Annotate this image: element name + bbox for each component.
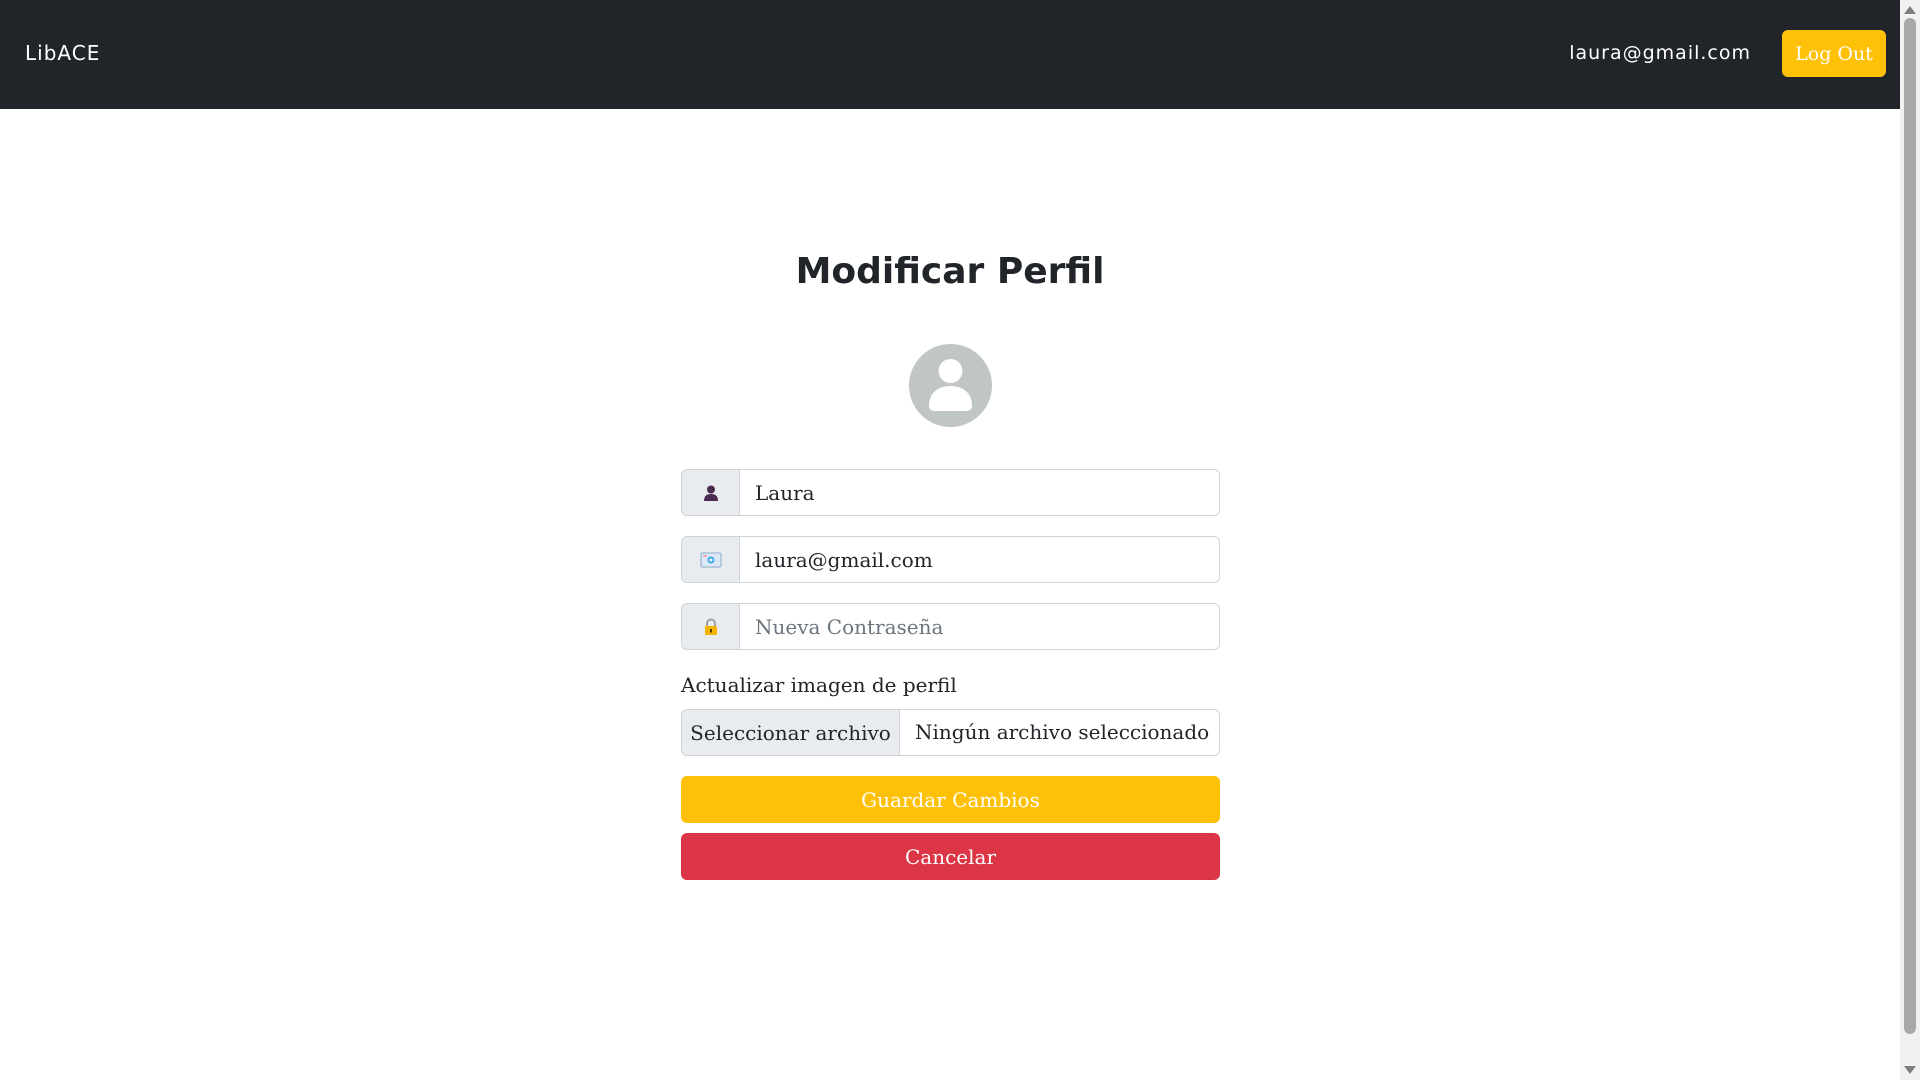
avatar-svg [909,344,992,427]
email-icon [681,536,740,583]
profile-image-file-input[interactable]: Seleccionar archivo Ningún archivo selec… [681,709,1220,756]
email-input[interactable] [740,536,1220,583]
name-input[interactable] [740,469,1220,516]
scroll-down-arrow-icon[interactable] [1904,1066,1916,1074]
new-password-input[interactable] [740,603,1220,650]
scroll-up-arrow-icon[interactable] [1904,6,1916,14]
user-icon [681,469,740,516]
top-navbar: LibACE laura@gmail.com Log Out [0,0,1900,109]
password-field-group [681,603,1220,650]
file-status-text: Ningún archivo seleccionado [915,720,1210,744]
user-avatar-icon [909,344,992,427]
save-changes-button[interactable]: Guardar Cambios [681,776,1220,823]
name-field-group [681,469,1220,516]
page-title: Modificar Perfil [795,251,1105,292]
brand-link[interactable]: LibACE [25,40,100,66]
logout-button[interactable]: Log Out [1782,30,1886,77]
cancel-button[interactable]: Cancelar [681,833,1220,880]
scroll-thumb[interactable] [1904,18,1916,1034]
email-field-group [681,536,1220,583]
page-scrollbar[interactable] [1900,0,1920,1080]
lock-icon [681,603,740,650]
select-file-button[interactable]: Seleccionar archivo [682,710,900,755]
profile-image-label: Actualizar imagen de perfil [681,673,957,697]
user-email-label: laura@gmail.com [1569,42,1751,64]
